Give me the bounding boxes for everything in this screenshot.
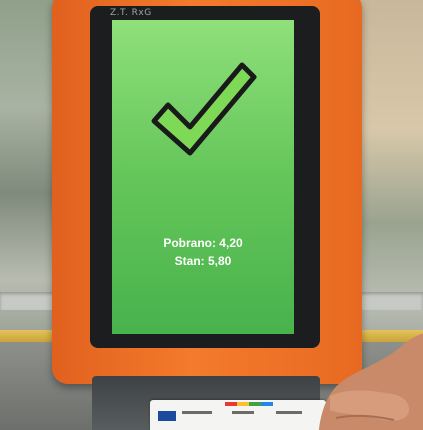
photo-scene: Z.T. RxG Pobrano: 4,20 Stan: 5,80 xyxy=(0,0,423,430)
balance-text: Stan: 5,80 xyxy=(174,254,232,268)
eu-flag-icon xyxy=(158,411,176,421)
card-print xyxy=(276,411,302,414)
hand xyxy=(318,333,423,430)
card-color-stripe xyxy=(225,402,273,406)
card-print xyxy=(182,411,212,414)
checkmark-icon xyxy=(151,62,257,156)
card-print xyxy=(232,411,254,414)
status-text: Z.T. RxG xyxy=(110,8,152,18)
collected-amount-text: Pobrano: 4,20 xyxy=(163,236,243,250)
